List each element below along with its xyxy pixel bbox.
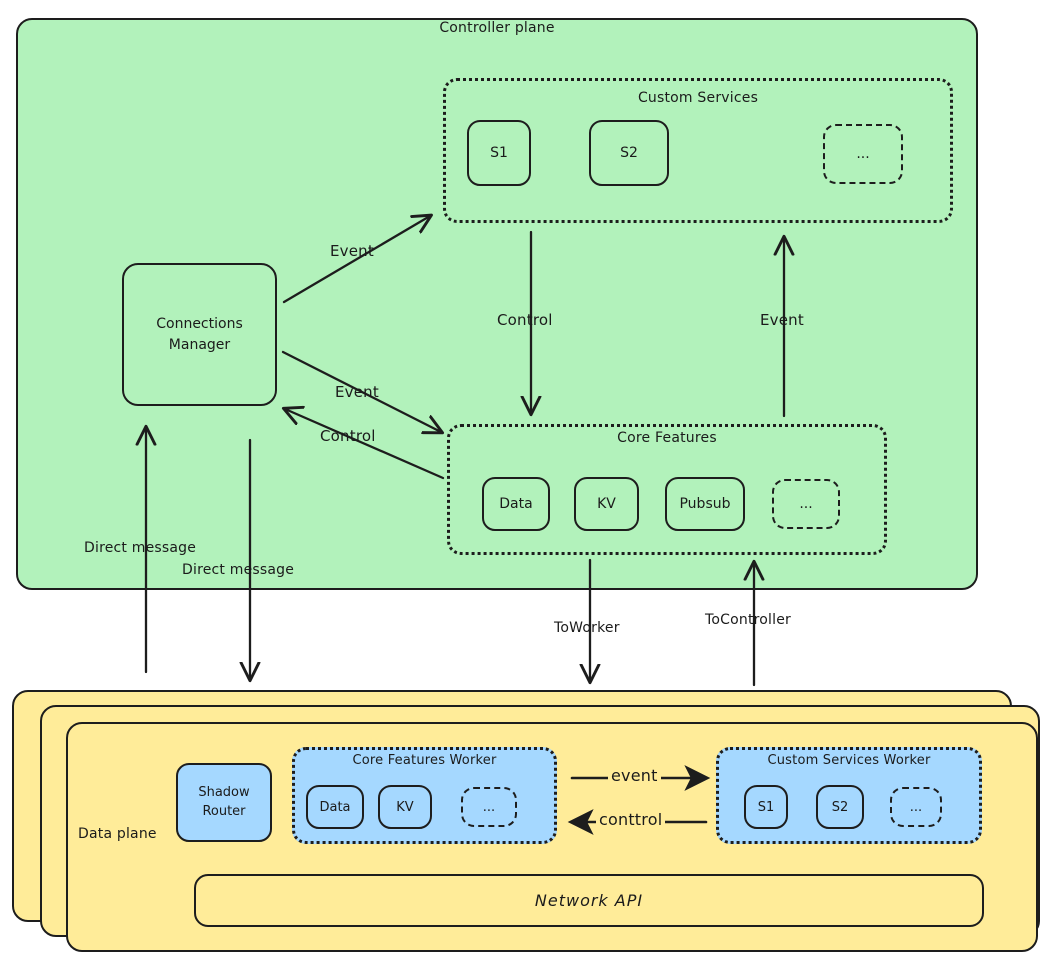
edge-label-custom-services-to-core: Control bbox=[497, 311, 553, 329]
custom-service-s1-label: S1 bbox=[490, 145, 508, 161]
worker-service-s2[interactable]: S2 bbox=[816, 785, 864, 829]
worker-feature-data[interactable]: Data bbox=[306, 785, 364, 829]
worker-service-more-label: ... bbox=[909, 799, 923, 815]
custom-service-s2-label: S2 bbox=[620, 145, 638, 161]
custom-services-worker-title: Custom Services Worker bbox=[767, 753, 931, 768]
edge-label-core-to-worker: ToWorker bbox=[554, 620, 620, 636]
core-feature-data-label: Data bbox=[499, 496, 533, 512]
custom-services-title: Custom Services bbox=[637, 90, 759, 106]
shadow-router[interactable]: Shadow Router bbox=[176, 763, 272, 842]
core-feature-kv-label: KV bbox=[597, 496, 616, 512]
edge-label-core-to-custom-services: Event bbox=[760, 311, 804, 329]
edge-label-cm-to-core: Event bbox=[335, 383, 379, 401]
connections-manager[interactable]: Connections Manager bbox=[122, 263, 277, 406]
worker-feature-kv-label: KV bbox=[396, 799, 414, 815]
core-feature-data[interactable]: Data bbox=[482, 477, 550, 531]
custom-service-more[interactable]: ... bbox=[823, 124, 903, 184]
worker-feature-data-label: Data bbox=[319, 799, 351, 815]
custom-service-s2[interactable]: S2 bbox=[589, 120, 669, 186]
shadow-router-line1: Shadow bbox=[198, 784, 250, 800]
shadow-router-line2: Router bbox=[202, 803, 246, 819]
connections-manager-line1: Connections bbox=[156, 316, 243, 333]
core-feature-more-label: ... bbox=[799, 496, 813, 512]
shadow-router-label: Shadow Router bbox=[198, 784, 249, 822]
edge-label-dataplane-to-cm: Direct message bbox=[84, 540, 197, 556]
worker-service-s1-label: S1 bbox=[757, 799, 775, 815]
worker-feature-more[interactable]: ... bbox=[461, 787, 517, 827]
core-features-title: Core Features bbox=[617, 430, 717, 446]
core-feature-more[interactable]: ... bbox=[772, 479, 840, 529]
connections-manager-label: Connections Manager bbox=[156, 314, 243, 355]
worker-link-label-conttrol: conttrol bbox=[596, 810, 666, 830]
core-feature-pubsub[interactable]: Pubsub bbox=[665, 477, 745, 531]
edge-label-cm-to-custom-services: Event bbox=[330, 242, 374, 260]
core-feature-pubsub-label: Pubsub bbox=[679, 496, 731, 512]
worker-link-label-event: event bbox=[608, 766, 661, 786]
core-features-worker-title: Core Features Worker bbox=[352, 753, 497, 768]
worker-service-s2-label: S2 bbox=[831, 799, 849, 815]
custom-service-s1[interactable]: S1 bbox=[467, 120, 531, 186]
network-api[interactable]: Network API bbox=[194, 874, 984, 927]
network-api-label: Network API bbox=[534, 891, 644, 910]
data-plane-title: Data plane bbox=[78, 826, 157, 842]
edge-label-worker-to-core: ToController bbox=[705, 612, 792, 628]
worker-service-more[interactable]: ... bbox=[890, 787, 942, 827]
core-feature-kv[interactable]: KV bbox=[574, 477, 639, 531]
worker-feature-kv[interactable]: KV bbox=[378, 785, 432, 829]
edge-label-cm-to-dataplane: Direct message bbox=[182, 562, 295, 578]
controller-plane-title: Controller plane bbox=[439, 20, 555, 36]
worker-feature-more-label: ... bbox=[482, 799, 496, 815]
custom-service-more-label: ... bbox=[856, 146, 870, 162]
diagram-canvas: Controller plane Custom Services S1 S2 .… bbox=[0, 0, 1048, 961]
connections-manager-line2: Manager bbox=[168, 336, 231, 353]
worker-service-s1[interactable]: S1 bbox=[744, 785, 788, 829]
edge-label-core-to-cm: Control bbox=[320, 427, 376, 445]
